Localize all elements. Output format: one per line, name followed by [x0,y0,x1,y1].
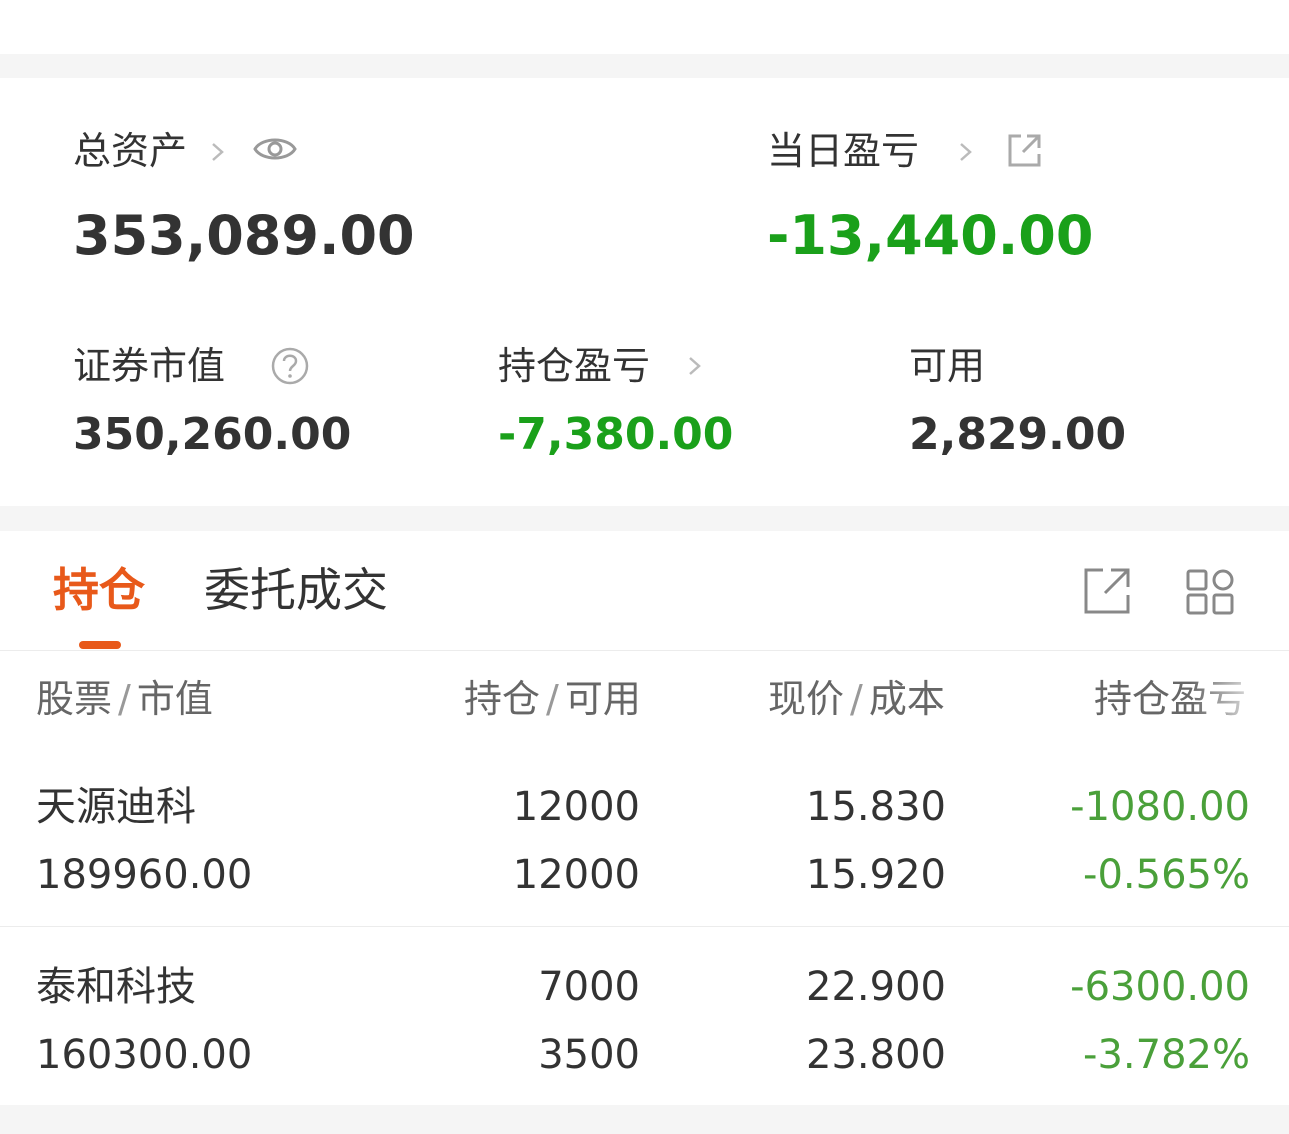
active-tab-indicator [79,641,121,649]
holding-qty: 12000 [512,784,640,830]
grid-icon[interactable] [1186,569,1236,615]
divider [0,926,1289,927]
holding-qty: 7000 [538,964,640,1010]
position-pnl-value: -7,380.00 [498,409,734,460]
position-pnl-percent: -0.565% [1083,852,1250,898]
daily-pnl-label[interactable]: 当日盈亏 [767,132,919,170]
available-qty: 3500 [538,1032,640,1078]
position-pnl-percent: -3.782% [1083,1032,1250,1078]
tab-orders[interactable]: 委托成交 [204,567,388,613]
chevron-right-icon[interactable] [955,138,977,166]
stock-market-value: 189960.00 [36,852,253,898]
chevron-right-icon[interactable] [207,138,229,166]
header-quantity[interactable]: 持仓 / 可用 [464,680,641,718]
stock-name: 天源迪科 [36,784,196,830]
external-link-icon[interactable] [1004,131,1044,171]
header-fade-overlay [1190,670,1289,730]
total-assets-label[interactable]: 总资产 [73,132,187,170]
eye-icon[interactable] [252,131,298,167]
cost-price: 15.920 [806,852,946,898]
total-assets-value: 353,089.00 [73,204,415,267]
divider [0,650,1289,651]
position-pnl: -6300.00 [1070,964,1250,1010]
chevron-right-icon[interactable] [684,352,706,380]
daily-pnl-value: -13,440.00 [767,204,1094,267]
position-pnl-label[interactable]: 持仓盈亏 [498,347,650,385]
available-value: 2,829.00 [909,409,1127,460]
current-price: 22.900 [806,964,946,1010]
positions-page: 总资产 353,089.00 当日盈亏 -13,440.00 证券市值 350,… [0,0,1289,1134]
share-icon[interactable] [1083,567,1131,615]
available-label: 可用 [909,344,986,388]
question-icon[interactable] [270,346,310,386]
available-qty: 12000 [512,852,640,898]
header-stock[interactable]: 股票 / 市值 [36,680,213,718]
position-pnl: -1080.00 [1070,784,1250,830]
cost-price: 23.800 [806,1032,946,1078]
top-bar [0,0,1289,54]
bottom-gap [0,1105,1289,1134]
header-price[interactable]: 现价 / 成本 [768,680,945,718]
stock-market-value: 160300.00 [36,1032,253,1078]
stock-name: 泰和科技 [36,964,196,1010]
market-value-label: 证券市值 [73,344,226,388]
current-price: 15.830 [806,784,946,830]
market-value-value: 350,260.00 [73,409,352,460]
tab-positions[interactable]: 持仓 [53,567,145,613]
